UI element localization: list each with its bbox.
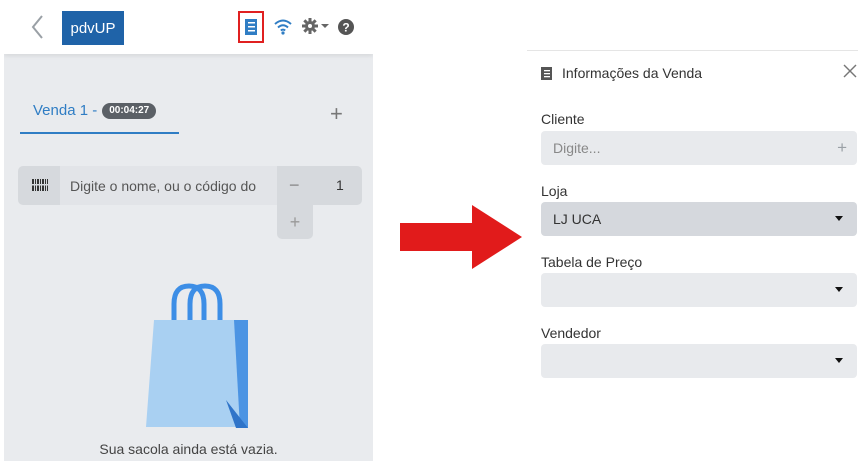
close-icon[interactable] bbox=[843, 64, 857, 78]
app-logo: pdvUP bbox=[62, 11, 124, 45]
gear-icon bbox=[302, 18, 318, 34]
settings-button[interactable] bbox=[302, 18, 329, 34]
pos-app: pdvUP ? Venda 1 - 00:04:27 + Digite o no… bbox=[4, 0, 373, 461]
panel-title: Informações da Venda bbox=[562, 65, 703, 81]
sale-info-icon bbox=[541, 66, 552, 80]
quantity-decrement-button[interactable]: − bbox=[289, 175, 300, 196]
back-button[interactable] bbox=[30, 14, 50, 40]
tab-label: Venda 1 - bbox=[33, 102, 98, 119]
cliente-placeholder: Digite... bbox=[553, 140, 601, 156]
barcode-icon[interactable] bbox=[32, 179, 48, 191]
sale-info-panel: Informações da Venda Cliente Digite... +… bbox=[527, 50, 858, 462]
app-header: pdvUP ? bbox=[4, 0, 373, 54]
tab-sale-1[interactable]: Venda 1 - 00:04:27 bbox=[20, 101, 179, 134]
vendedor-label: Vendedor bbox=[541, 325, 601, 341]
shopping-bag-icon bbox=[146, 283, 248, 428]
tabela-preco-label: Tabela de Preço bbox=[541, 254, 643, 270]
caret-down-icon bbox=[835, 216, 843, 221]
cliente-label: Cliente bbox=[541, 111, 585, 127]
loja-value: LJ UCA bbox=[553, 211, 602, 227]
add-sale-button[interactable]: + bbox=[330, 103, 343, 125]
empty-bag-message: Sua sacola ainda está vazia. bbox=[99, 441, 278, 457]
wifi-icon[interactable] bbox=[274, 19, 292, 35]
vendedor-select[interactable] bbox=[541, 344, 857, 378]
product-search-row: Digite o nome, ou o código do − 1 bbox=[18, 166, 362, 205]
quantity-value[interactable]: 1 bbox=[336, 177, 344, 193]
quantity-increment-button[interactable]: + bbox=[277, 205, 313, 239]
back-icon bbox=[31, 15, 43, 39]
sale-info-icon bbox=[245, 19, 257, 35]
tabela-preco-select[interactable] bbox=[541, 273, 857, 307]
help-icon[interactable]: ? bbox=[338, 19, 354, 35]
chevron-down-icon bbox=[321, 24, 329, 28]
loja-label: Loja bbox=[541, 183, 568, 199]
product-search-input[interactable]: Digite o nome, ou o código do bbox=[60, 166, 277, 205]
caret-down-icon bbox=[835, 287, 843, 292]
cliente-field[interactable]: Digite... + bbox=[541, 131, 857, 165]
sale-timer-badge: 00:04:27 bbox=[102, 103, 157, 119]
arrow-right-icon bbox=[400, 205, 522, 269]
sale-info-button[interactable] bbox=[238, 11, 264, 43]
svg-text:?: ? bbox=[342, 21, 349, 35]
add-cliente-button[interactable]: + bbox=[837, 138, 847, 158]
panel-header: Informações da Venda bbox=[541, 65, 702, 81]
caret-down-icon bbox=[835, 358, 843, 363]
loja-select[interactable]: LJ UCA bbox=[541, 202, 857, 236]
